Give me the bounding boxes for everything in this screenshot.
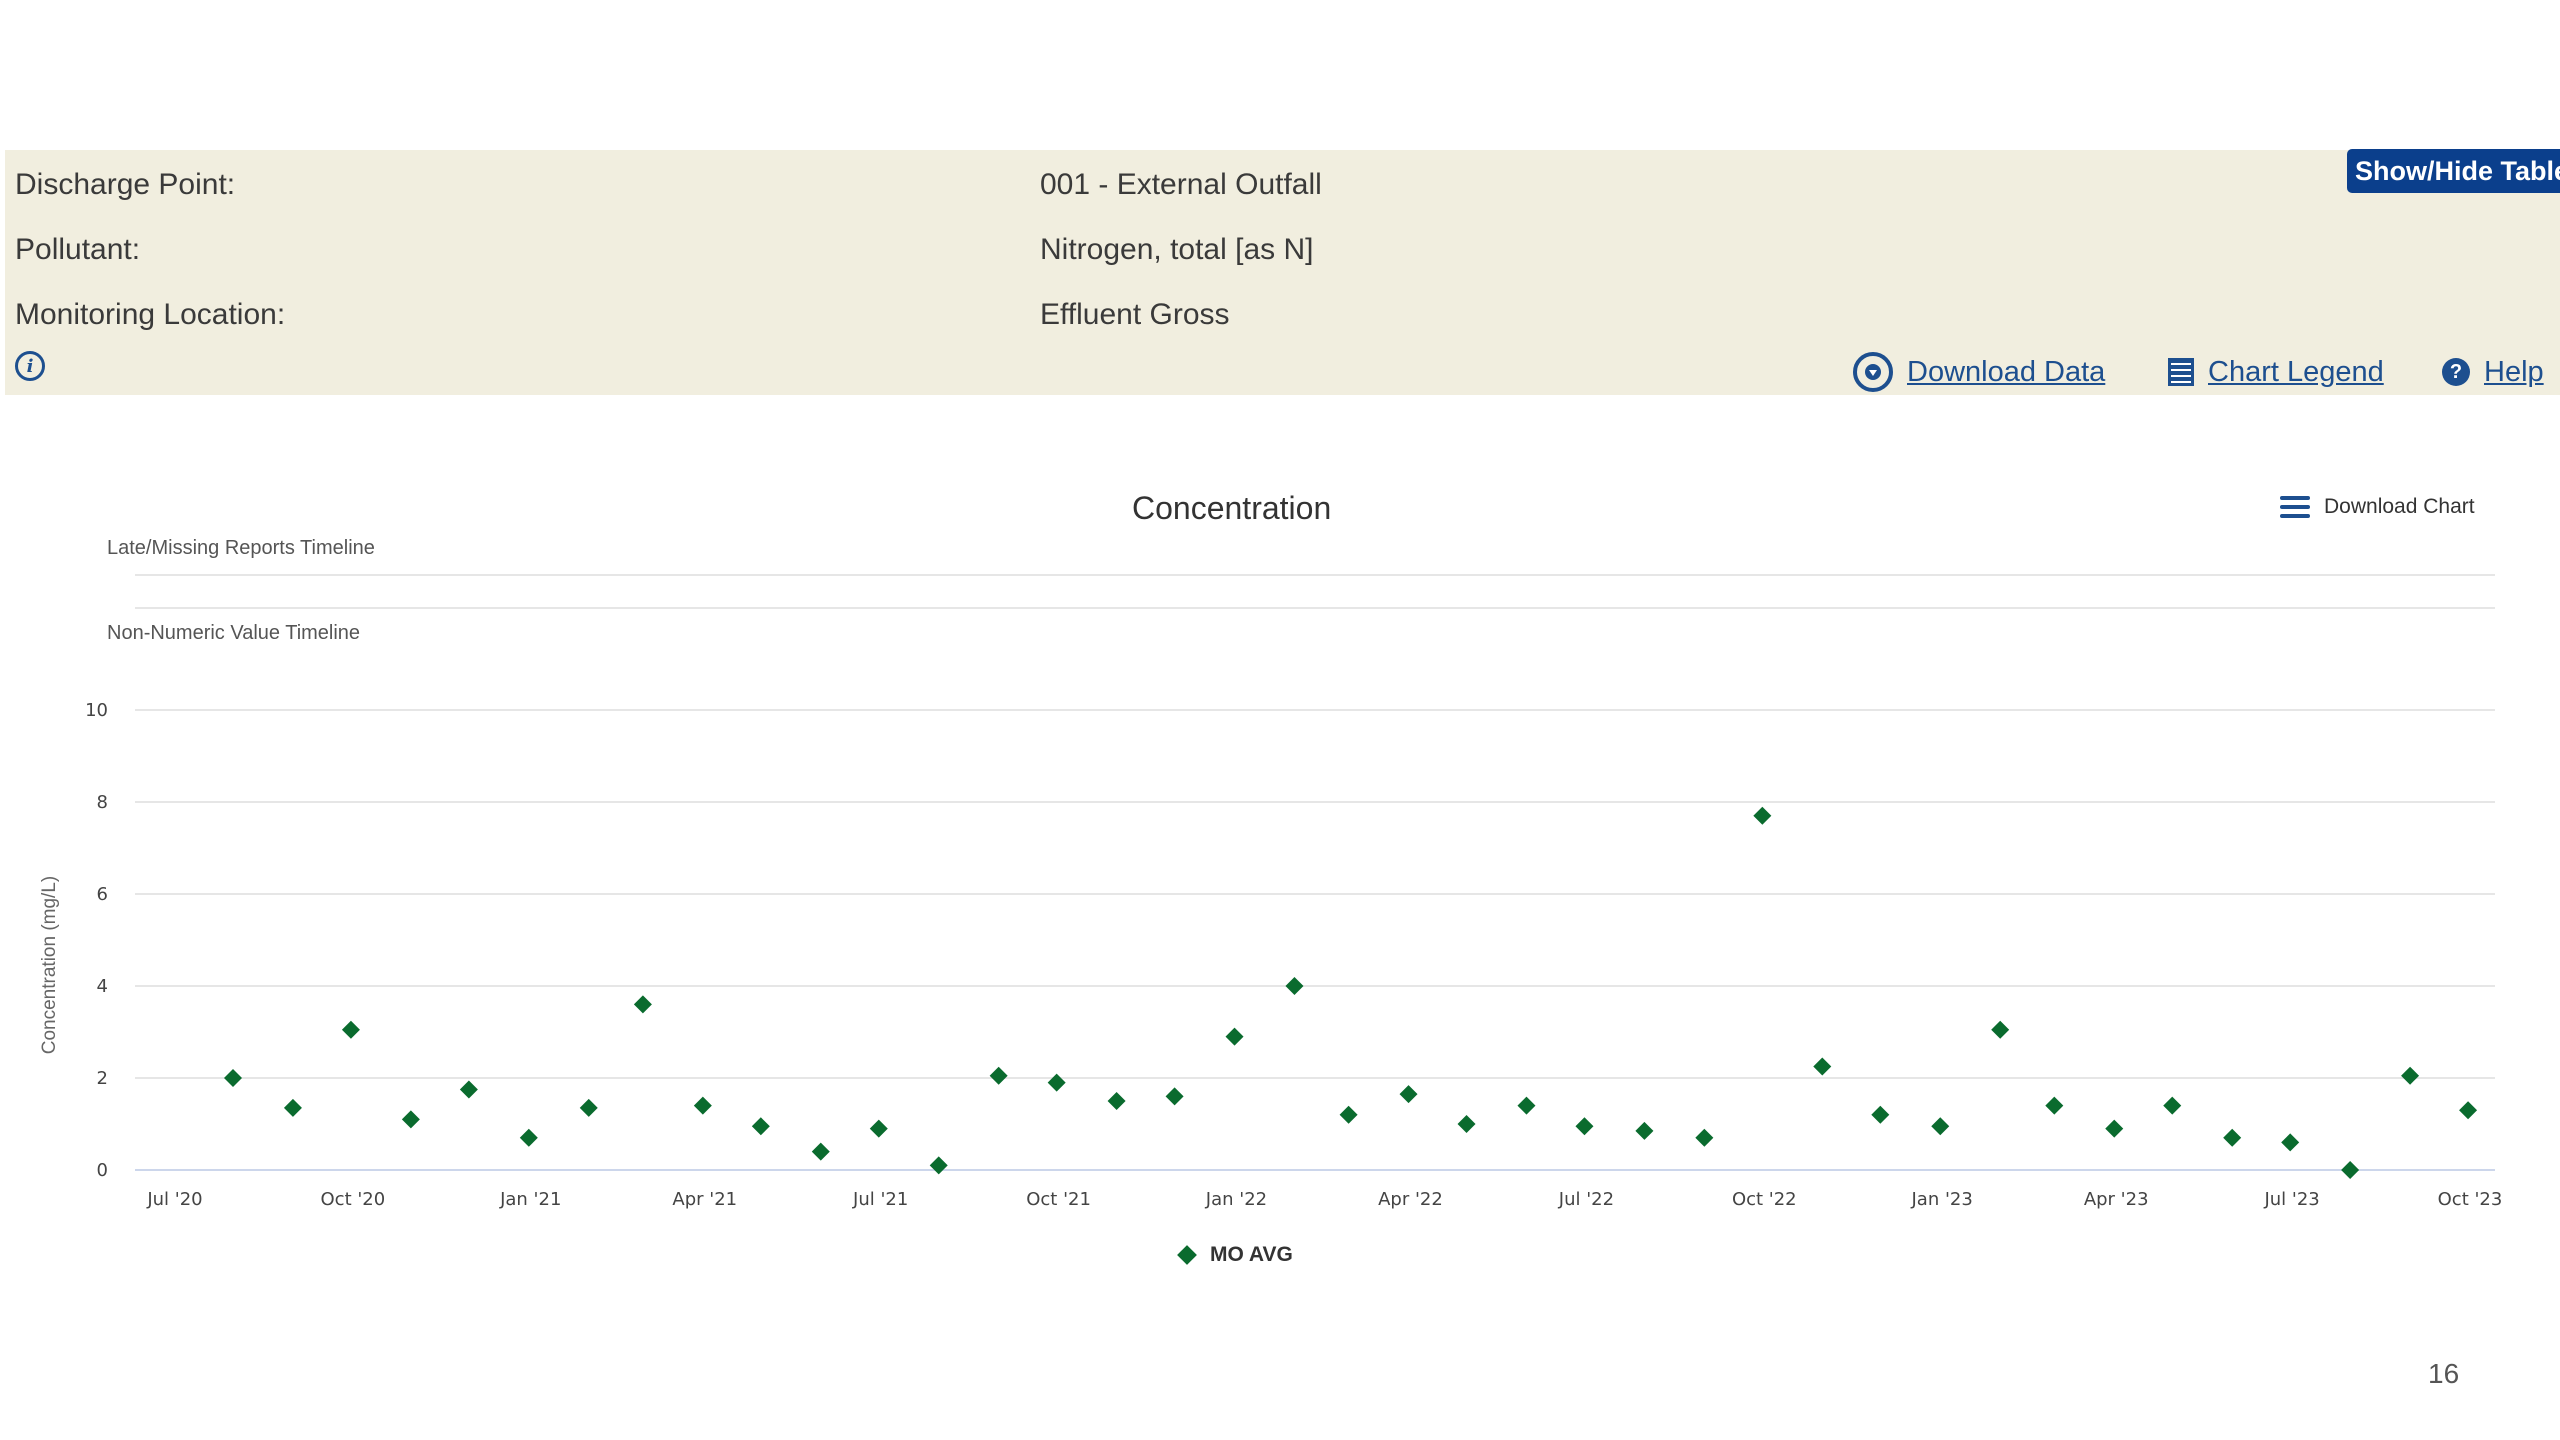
y-tick-label: 8: [97, 792, 108, 813]
data-point: [579, 1098, 598, 1117]
x-tick-label: Jan '21: [499, 1189, 561, 1210]
data-point: [2223, 1128, 2242, 1147]
data-point: [811, 1142, 830, 1161]
data-point: [1225, 1027, 1244, 1046]
x-tick-label: Oct '22: [1732, 1189, 1797, 1210]
data-point: [1635, 1121, 1654, 1140]
data-point: [1285, 977, 1304, 995]
data-point: [1871, 1105, 1890, 1124]
data-point: [1931, 1117, 1950, 1136]
concentration-chart: 0 2 4 6 8 10 Jul '20 Oct '20 Jan '21 Apr '21 Jul '…: [85, 574, 2503, 1210]
data-point: [1753, 806, 1772, 825]
y-tick-label: 2: [97, 1068, 108, 1089]
x-tick-label: Jul '22: [1558, 1189, 1614, 1210]
y-tick-label: 0: [97, 1160, 108, 1181]
chart-legend[interactable]: MO AVG: [1177, 1243, 1293, 1267]
data-point: [1575, 1117, 1594, 1136]
x-tick-label: Jul '21: [852, 1189, 908, 1210]
data-point: [2045, 1096, 2064, 1115]
data-point: [929, 1156, 948, 1175]
x-tick-label: Jul '20: [146, 1189, 202, 1210]
data-point: [2401, 1066, 2420, 1085]
x-tick-label: Jan '23: [1911, 1189, 1973, 1210]
data-point: [751, 1117, 770, 1136]
data-point: [2459, 1101, 2478, 1120]
legend-series-label: MO AVG: [1210, 1243, 1293, 1266]
data-point: [693, 1096, 712, 1115]
x-tick-label: Apr '21: [672, 1189, 737, 1210]
data-point: [401, 1110, 420, 1129]
data-point: [1399, 1085, 1418, 1104]
data-point: [1517, 1096, 1536, 1115]
data-point: [989, 1066, 1008, 1085]
y-tick-label: 6: [97, 884, 108, 905]
data-point: [1813, 1057, 1832, 1076]
x-tick-label: Apr '23: [2084, 1189, 2149, 1210]
data-point: [1047, 1073, 1066, 1092]
x-tick-label: Jul '23: [2263, 1189, 2319, 1210]
data-point: [2281, 1133, 2300, 1152]
data-point: [1695, 1128, 1714, 1147]
page-number: 16: [2428, 1358, 2460, 1389]
x-tick-label: Oct '21: [1026, 1189, 1091, 1210]
data-point: [459, 1080, 478, 1099]
x-tick-label: Oct '20: [321, 1189, 386, 1210]
data-point: [1107, 1092, 1126, 1110]
x-tick-label: Oct '23: [2438, 1189, 2503, 1210]
data-point: [2163, 1096, 2182, 1115]
data-point: [869, 1119, 888, 1138]
data-point: [1339, 1105, 1358, 1124]
data-point: [633, 995, 652, 1014]
data-point: [1457, 1115, 1476, 1133]
diamond-marker-icon: [1177, 1245, 1197, 1265]
x-tick-label: Jan '22: [1205, 1189, 1267, 1210]
data-point: [2105, 1119, 2124, 1138]
data-point: [224, 1069, 243, 1087]
data-point: [1991, 1020, 2010, 1039]
x-tick-label: Apr '22: [1378, 1189, 1443, 1210]
y-tick-label: 4: [97, 976, 108, 997]
data-point: [519, 1128, 538, 1147]
data-point: [283, 1098, 302, 1117]
data-point: [1165, 1087, 1184, 1106]
y-tick-label: 10: [85, 700, 108, 721]
data-point: [341, 1020, 360, 1039]
data-point: [2341, 1161, 2360, 1179]
